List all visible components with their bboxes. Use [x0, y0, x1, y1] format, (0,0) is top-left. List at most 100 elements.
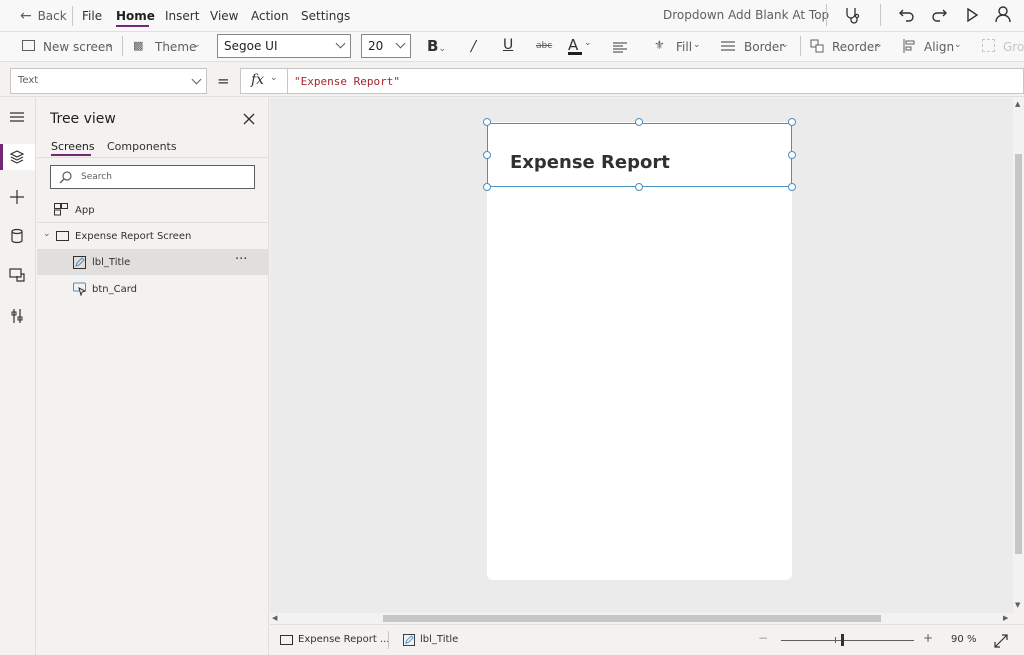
status-divider	[388, 631, 389, 649]
new-screen-icon	[22, 40, 35, 51]
undo-icon[interactable]	[898, 6, 916, 24]
tools-icon[interactable]	[8, 308, 26, 326]
chevron-down-icon: ⌄	[693, 40, 701, 50]
align-button[interactable]: Align ⌄	[903, 38, 965, 56]
back-arrow-icon: ←	[20, 8, 32, 24]
search-placeholder: Search	[81, 172, 112, 182]
resize-handle[interactable]	[788, 183, 796, 191]
font-color-button[interactable]: A ⌄	[568, 36, 594, 56]
app-checker-icon[interactable]	[842, 5, 862, 25]
strikethrough-button[interactable]: abc	[536, 41, 552, 51]
redo-icon[interactable]	[930, 6, 948, 24]
layers-icon[interactable]	[8, 149, 26, 167]
chevron-down-icon	[335, 38, 346, 49]
hamburger-menu-icon[interactable]	[8, 110, 26, 128]
tab-components[interactable]: Components	[107, 140, 177, 153]
horizontal-scrollbar[interactable]: ◀ ▶	[270, 613, 1013, 624]
formula-bar: Text = fx ⌄ "Expense Report"	[0, 63, 1024, 97]
formula-input[interactable]: "Expense Report"	[288, 68, 1024, 94]
tree-item-label: Expense Report Screen	[75, 231, 192, 242]
theme-icon: ▩	[133, 39, 144, 52]
resize-handle[interactable]	[483, 118, 491, 126]
menu-insert[interactable]: Insert	[165, 9, 199, 23]
chevron-down-icon	[395, 38, 406, 49]
screen-icon	[280, 635, 293, 645]
plus-icon[interactable]	[8, 189, 26, 207]
text-align-button[interactable]	[613, 39, 635, 55]
zoom-slider-thumb[interactable]	[841, 634, 844, 646]
tree-divider	[37, 222, 268, 223]
resize-handle[interactable]	[635, 183, 643, 191]
scroll-down-icon[interactable]: ▼	[1015, 601, 1020, 609]
tree-item-label: btn_Card	[92, 284, 137, 295]
new-screen-label: New screen	[43, 40, 113, 54]
property-value: Text	[18, 75, 39, 86]
tree-item-btn-card[interactable]: btn_Card	[37, 276, 268, 302]
resize-handle[interactable]	[483, 183, 491, 191]
zoom-out-button[interactable]: −	[758, 631, 768, 645]
screen-icon	[56, 231, 69, 241]
font-size-dropdown[interactable]: 20	[361, 34, 411, 58]
reorder-button[interactable]: Reorder ⌄	[810, 38, 886, 56]
chevron-down-icon	[191, 74, 202, 85]
italic-button[interactable]: /	[471, 37, 476, 55]
resize-handle[interactable]	[635, 118, 643, 126]
zoom-value[interactable]: 90	[951, 634, 964, 645]
title-label-control[interactable]: Expense Report	[487, 123, 792, 187]
back-button[interactable]: ← Back	[20, 8, 67, 24]
scroll-up-icon[interactable]: ▲	[1015, 100, 1020, 108]
back-label: Back	[37, 9, 67, 23]
scroll-right-icon[interactable]: ▶	[1003, 614, 1008, 622]
menu-view[interactable]: View	[210, 9, 238, 23]
fit-to-window-icon[interactable]	[994, 633, 1008, 648]
menu-home[interactable]: Home	[116, 9, 155, 23]
tree-view-pane: Tree view Screens Components Search App …	[37, 98, 269, 655]
group-label: Grou	[1003, 40, 1024, 54]
media-icon[interactable]	[8, 267, 26, 285]
zoom-in-button[interactable]: +	[923, 631, 933, 645]
user-icon[interactable]	[994, 5, 1012, 23]
group-button[interactable]: Grou	[982, 38, 1024, 56]
formula-text: "Expense Report"	[294, 75, 400, 88]
more-options-icon[interactable]: ···	[235, 252, 247, 267]
menu-file[interactable]: File	[82, 9, 102, 23]
reorder-label: Reorder	[832, 40, 880, 54]
bold-button[interactable]: B⌄	[427, 37, 446, 55]
button-icon	[73, 282, 87, 296]
label-edit-icon	[403, 634, 415, 646]
border-button[interactable]: Border ⌄	[721, 38, 791, 56]
resize-handle[interactable]	[483, 151, 491, 159]
tree-item-lbl-title[interactable]: lbl_Title ···	[37, 249, 268, 275]
vertical-scroll-thumb[interactable]	[1015, 154, 1022, 554]
reorder-icon	[810, 39, 824, 53]
menu-action[interactable]: Action	[251, 9, 289, 23]
font-family-dropdown[interactable]: Segoe UI	[217, 34, 351, 58]
scroll-left-icon[interactable]: ◀	[272, 614, 277, 622]
toolbar-divider	[122, 36, 123, 56]
play-icon[interactable]	[963, 6, 981, 24]
align-label: Align	[924, 40, 955, 54]
tree-item-screen[interactable]: ⌄ Expense Report Screen	[37, 224, 268, 250]
horizontal-scroll-thumb[interactable]	[383, 615, 881, 622]
toolbar-divider	[800, 36, 801, 56]
underline-button[interactable]: U	[503, 37, 513, 53]
resize-handle[interactable]	[788, 151, 796, 159]
app-title: Dropdown Add Blank At Top	[663, 8, 830, 22]
zoom-slider[interactable]	[781, 640, 914, 641]
tree-item-app[interactable]: App	[37, 198, 268, 224]
chevron-down-icon: ⌄	[584, 38, 592, 48]
search-icon	[59, 171, 72, 184]
fx-button[interactable]: fx ⌄	[240, 68, 288, 94]
menu-settings[interactable]: Settings	[301, 9, 350, 23]
database-icon[interactable]	[8, 228, 26, 246]
fill-button[interactable]: ⚜ Fill ⌄	[654, 38, 704, 56]
close-icon[interactable]	[242, 111, 256, 125]
vertical-scrollbar[interactable]: ▲ ▼	[1013, 98, 1024, 613]
resize-handle[interactable]	[788, 118, 796, 126]
chevron-down-icon: ⌄	[43, 229, 51, 239]
font-color-bar	[568, 52, 582, 55]
theme-button[interactable]: ▩ Theme ⌄	[133, 39, 205, 57]
search-input[interactable]: Search	[50, 165, 255, 189]
tab-screens[interactable]: Screens	[51, 140, 95, 153]
property-dropdown[interactable]: Text	[10, 68, 207, 94]
